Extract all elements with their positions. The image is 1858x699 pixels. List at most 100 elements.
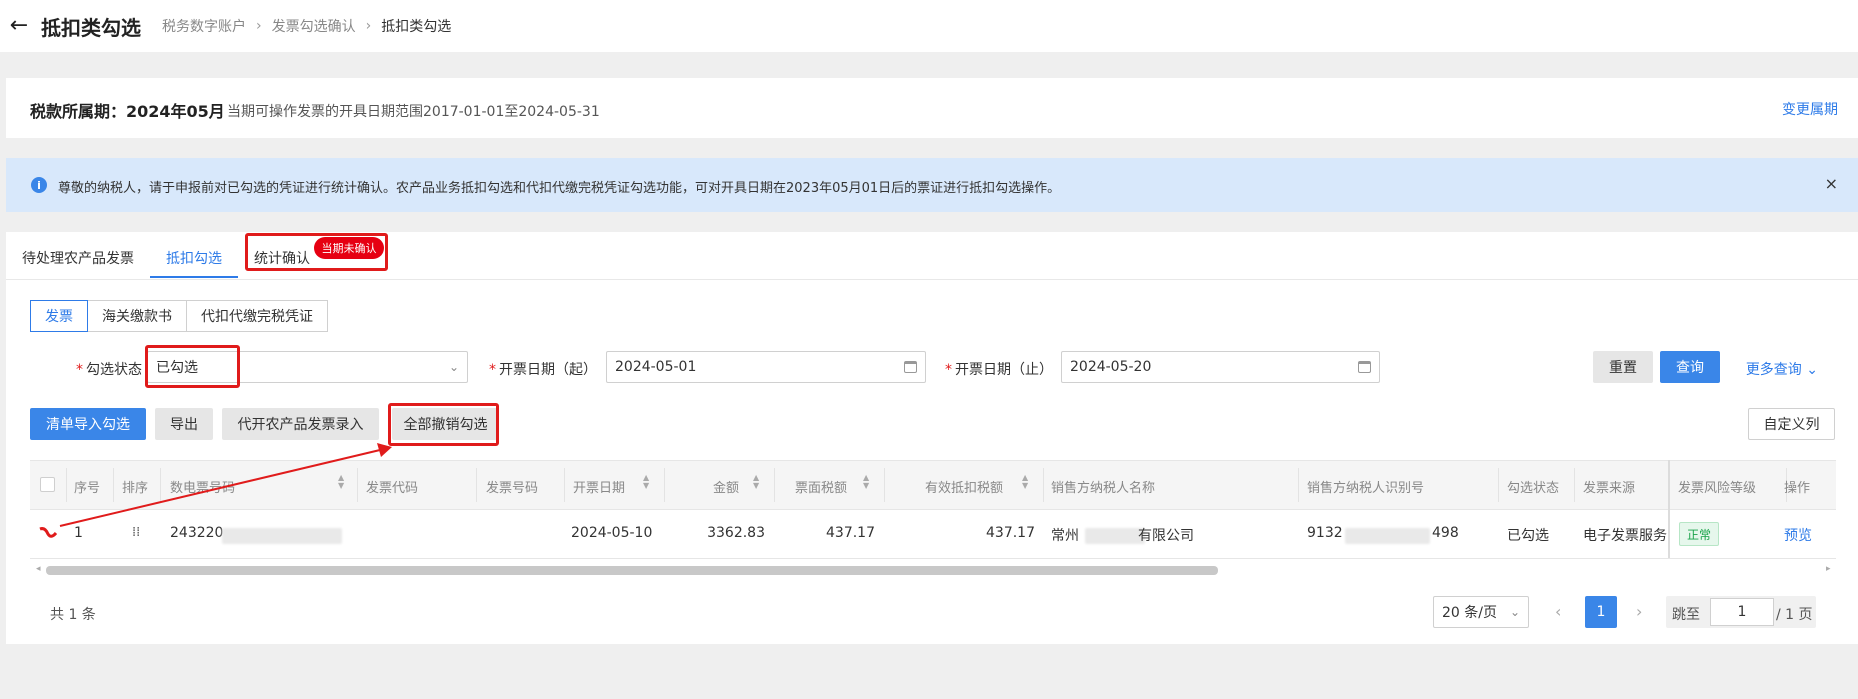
date-end-label-text: 开票日期（止） <box>955 362 1053 378</box>
jump-label: 跳至 <box>1672 607 1700 623</box>
info-icon: i <box>31 177 47 193</box>
fixed-column-divider <box>1668 460 1670 558</box>
prev-page-icon[interactable]: ‹ <box>1555 602 1561 621</box>
next-page-icon[interactable]: › <box>1636 602 1642 621</box>
required-mark: * <box>945 362 952 378</box>
tax-period-range: 当期可操作发票的开具日期范围2017-01-01至2024-05-31 <box>227 104 600 120</box>
cell-seller-taxid-suffix: 498 <box>1432 525 1459 541</box>
row-marker-icon <box>39 527 58 538</box>
date-start-input[interactable]: 2024-05-01 <box>606 351 926 383</box>
column-divider <box>476 468 477 502</box>
export-button[interactable]: 导出 <box>155 408 213 440</box>
column-header-order: 排序 <box>122 481 149 496</box>
column-divider <box>1574 468 1575 502</box>
cell-face-tax: 437.17 <box>826 525 875 541</box>
reset-button[interactable]: 重置 <box>1593 351 1653 383</box>
column-header-seller-name: 销售方纳税人名称 <box>1051 481 1156 496</box>
sort-icon[interactable]: ▲ ▼ <box>1022 474 1028 490</box>
preview-link[interactable]: 预览 <box>1784 525 1812 545</box>
required-mark: * <box>76 362 83 378</box>
tab-deduction-selection[interactable]: 抵扣勾选 <box>166 248 222 268</box>
sort-icon[interactable]: ▲ ▼ <box>753 474 759 490</box>
calendar-icon <box>1358 361 1371 373</box>
total-pages: / 1 页 <box>1776 607 1813 623</box>
cell-seller-name-suffix: 有限公司 <box>1138 528 1194 544</box>
tab-pending-agri-invoices[interactable]: 待处理农产品发票 <box>22 248 134 268</box>
column-header-amount[interactable]: 金额 <box>713 477 739 496</box>
redacted-block <box>1345 528 1430 544</box>
chevron-down-icon: ⌄ <box>1509 605 1520 619</box>
column-divider <box>774 468 775 502</box>
column-header-deductible-tax[interactable]: 有效抵扣税额 <box>925 477 1003 496</box>
scroll-right-icon[interactable]: ▸ <box>1826 564 1831 574</box>
cell-deductible-tax: 437.17 <box>986 525 1035 541</box>
custom-columns-button[interactable]: 自定义列 <box>1748 408 1835 440</box>
date-start-value: 2024-05-01 <box>615 359 697 375</box>
breadcrumb: 税务数字账户 › 发票勾选确认 › 抵扣类勾选 <box>162 16 451 36</box>
cell-source: 电子发票服务 <box>1583 528 1667 544</box>
risk-level-tag: 正常 <box>1679 522 1719 546</box>
redacted-block <box>1085 528 1145 544</box>
chevron-right-icon: › <box>365 18 372 34</box>
segment-withholding-voucher[interactable]: 代扣代缴完税凭证 <box>186 300 328 332</box>
back-arrow-icon[interactable]: ← <box>8 12 30 38</box>
tabs-divider <box>6 279 1858 280</box>
sort-icon[interactable]: ▲ ▼ <box>863 474 869 490</box>
close-icon[interactable]: × <box>1825 174 1838 193</box>
select-all-checkbox[interactable] <box>40 477 55 492</box>
annotation-box-cancel-all <box>388 403 499 446</box>
cell-index: 1 <box>74 525 83 541</box>
row-divider <box>30 558 1836 559</box>
import-select-button[interactable]: 清单导入勾选 <box>30 408 146 440</box>
column-divider <box>66 468 67 502</box>
page-title: 抵扣类勾选 <box>41 16 141 40</box>
date-start-label: * 开票日期（起） <box>489 359 597 379</box>
sort-icon[interactable]: ▲ ▼ <box>338 474 344 490</box>
document-type-switch: 发票 海关缴款书 代扣代缴完税凭证 <box>30 300 328 332</box>
jump-page-input[interactable]: 1 <box>1710 598 1774 626</box>
column-divider <box>160 468 161 502</box>
tab-active-indicator <box>150 276 238 278</box>
column-header-issue-date[interactable]: 开票日期 <box>573 477 625 496</box>
cell-status: 已勾选 <box>1507 528 1549 544</box>
column-header-seller-taxid: 销售方纳税人识别号 <box>1307 481 1425 496</box>
column-header-index: 序号 <box>74 481 101 496</box>
cell-seller-taxid-prefix: 9132 <box>1307 525 1343 541</box>
required-mark: * <box>489 362 496 378</box>
breadcrumb-item-confirm[interactable]: 发票勾选确认 <box>272 16 356 36</box>
scroll-left-icon[interactable]: ◂ <box>36 564 41 574</box>
page-1-button[interactable]: 1 <box>1585 596 1617 628</box>
page-size-select[interactable]: 20 条/页 ⌄ <box>1433 596 1529 628</box>
column-divider <box>357 468 358 502</box>
segment-invoice[interactable]: 发票 <box>30 300 88 332</box>
annotation-box-tab <box>245 233 388 271</box>
agri-invoice-entry-button[interactable]: 代开农产品发票录入 <box>222 408 379 440</box>
column-header-invoice-number: 发票号码 <box>486 481 539 496</box>
cell-issue-date: 2024-05-10 <box>571 525 653 541</box>
date-start-label-text: 开票日期（起） <box>499 362 597 378</box>
drag-handle-icon[interactable]: ⁞⁞ <box>132 525 140 540</box>
horizontal-scrollbar[interactable] <box>46 566 1218 575</box>
change-period-link[interactable]: 变更属期 <box>1782 99 1838 119</box>
status-filter-label: * 勾选状态 <box>76 359 142 379</box>
column-divider <box>1498 468 1499 502</box>
column-divider <box>564 468 565 502</box>
redacted-block <box>222 528 342 544</box>
column-header-face-tax[interactable]: 票面税额 <box>795 477 847 496</box>
breadcrumb-item-account[interactable]: 税务数字账户 <box>162 16 246 36</box>
total-count: 共 1 条 <box>50 607 96 623</box>
segment-customs-bill[interactable]: 海关缴款书 <box>87 300 187 332</box>
notice-text: 尊敬的纳税人，请于申报前对已勾选的凭证进行统计确认。农产品业务抵扣勾选和代扣代缴… <box>58 181 1061 196</box>
cell-digital-invoice-no: 243220 <box>170 525 224 541</box>
more-query-label: 更多查询 <box>1745 362 1802 378</box>
column-header-digital-invoice-no[interactable]: 数电票号码 <box>170 477 235 496</box>
column-divider <box>1298 468 1299 502</box>
tax-period-label: 税款所属期：2024年05月 <box>30 102 225 121</box>
more-query-link[interactable]: 更多查询 ⌄ <box>1746 359 1818 379</box>
query-button[interactable]: 查询 <box>1660 351 1720 383</box>
column-header-actions: 操作 <box>1784 481 1811 496</box>
page-size-value: 20 条/页 <box>1442 605 1497 621</box>
sort-icon[interactable]: ▲ ▼ <box>643 474 649 490</box>
status-filter-label-text: 勾选状态 <box>86 362 142 378</box>
date-end-input[interactable]: 2024-05-20 <box>1061 351 1380 383</box>
